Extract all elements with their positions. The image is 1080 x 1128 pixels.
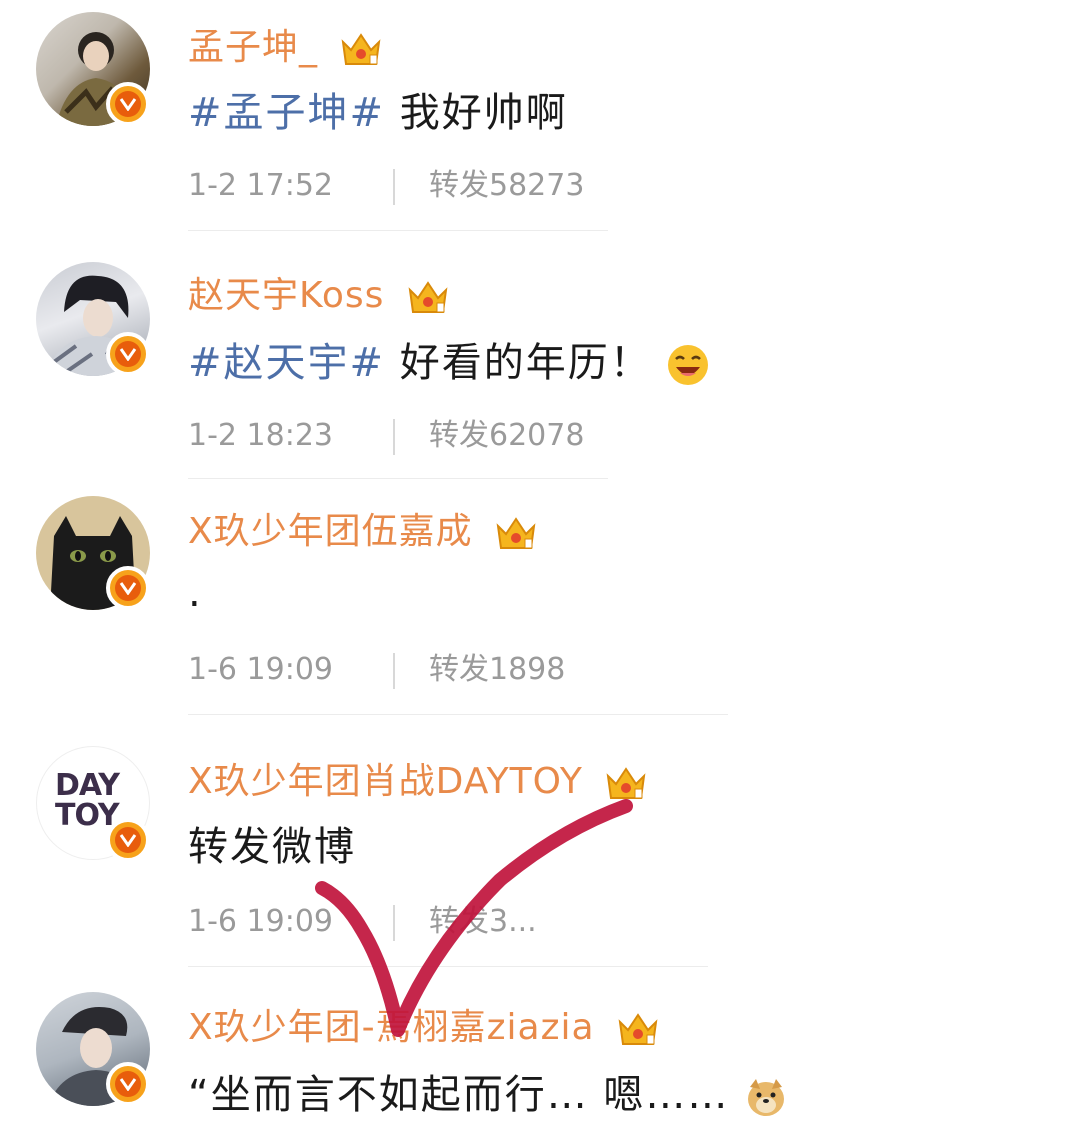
post-text: 好看的年历！ bbox=[385, 340, 652, 386]
crown-icon bbox=[606, 767, 646, 799]
crown-icon bbox=[408, 281, 448, 313]
username[interactable]: X玖少年团伍嘉成 bbox=[188, 502, 537, 554]
crown-icon bbox=[496, 517, 536, 549]
post-meta: 1-2 17:52 转发58273 bbox=[188, 160, 584, 205]
meta-separator bbox=[393, 904, 395, 941]
meta-separator bbox=[393, 418, 395, 455]
post-time: 1-2 18:23 bbox=[188, 418, 333, 453]
repost-count[interactable]: 转发58273 bbox=[429, 168, 584, 203]
doge-emoji-icon bbox=[748, 1079, 785, 1116]
post-text: 转发微博 bbox=[188, 824, 356, 870]
username[interactable]: 赵天宇Koss bbox=[188, 266, 449, 318]
post-time: 1-6 19:09 bbox=[188, 904, 333, 939]
username-text[interactable]: X玖少年团-焉栩嘉ziazia bbox=[188, 1007, 595, 1048]
post-meta: 1-6 19:09 转发3... bbox=[188, 896, 537, 941]
post-time: 1-2 17:52 bbox=[188, 168, 333, 203]
avatar-logo-text: DAY TOY bbox=[55, 768, 120, 831]
divider bbox=[188, 966, 708, 967]
repost-count[interactable]: 转发1898 bbox=[429, 652, 565, 687]
post-content: . bbox=[188, 570, 203, 616]
verified-v-icon bbox=[106, 332, 150, 376]
post-time: 1-6 19:09 bbox=[188, 652, 333, 687]
divider bbox=[188, 230, 608, 231]
username-text[interactable]: 赵天宇Koss bbox=[188, 275, 384, 316]
crown-icon bbox=[342, 33, 381, 65]
post-content: 转发微博 bbox=[188, 814, 356, 872]
post-content: #孟子坤# 我好帅啊 bbox=[188, 80, 568, 138]
laughing-emoji-icon bbox=[668, 345, 709, 385]
meta-separator bbox=[393, 168, 395, 205]
meta-separator bbox=[393, 652, 395, 689]
hashtag-link[interactable]: #赵天宇# bbox=[188, 340, 385, 386]
repost-count[interactable]: 转发62078 bbox=[429, 418, 584, 453]
post-meta: 1-2 18:23 转发62078 bbox=[188, 410, 584, 455]
crown-icon bbox=[618, 1013, 658, 1045]
avatar-text-day: DAY bbox=[55, 768, 120, 803]
divider bbox=[188, 478, 608, 479]
username-text[interactable]: X玖少年团肖战DAYTOY bbox=[188, 761, 583, 802]
post-text: 我好帅啊 bbox=[385, 90, 568, 136]
username-text[interactable]: X玖少年团伍嘉成 bbox=[188, 511, 473, 552]
verified-v-icon bbox=[106, 818, 150, 862]
username[interactable]: X玖少年团-焉栩嘉ziazia bbox=[188, 998, 659, 1050]
post-text: “坐而言不如起而行… 嗯…… bbox=[188, 1072, 730, 1118]
repost-count[interactable]: 转发3... bbox=[429, 904, 537, 939]
post-content: #赵天宇# 好看的年历！ bbox=[188, 330, 710, 388]
verified-v-icon bbox=[106, 1062, 150, 1106]
username-text[interactable]: 孟子坤_ bbox=[188, 27, 318, 68]
username[interactable]: X玖少年团肖战DAYTOY bbox=[188, 752, 647, 804]
post-content: “坐而言不如起而行… 嗯…… bbox=[188, 1062, 788, 1120]
username[interactable]: 孟子坤_ bbox=[188, 18, 382, 70]
hashtag-link[interactable]: #孟子坤# bbox=[188, 90, 385, 136]
post-meta: 1-6 19:09 转发1898 bbox=[188, 644, 565, 689]
post-text: . bbox=[188, 570, 203, 616]
verified-v-icon bbox=[106, 82, 150, 126]
divider bbox=[188, 714, 728, 715]
verified-v-icon bbox=[106, 566, 150, 610]
